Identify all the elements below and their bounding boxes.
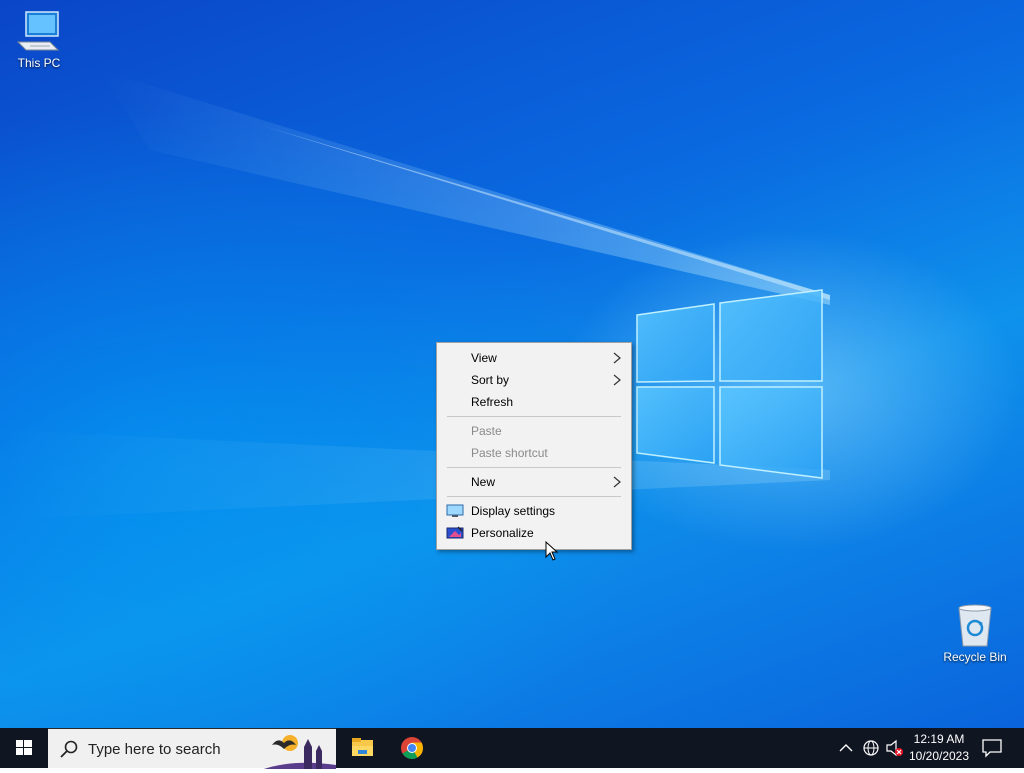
show-hidden-icons-chevron[interactable] — [838, 740, 854, 756]
clock-date: 10/20/2023 — [908, 749, 970, 763]
menu-item-display-settings[interactable]: Display settings — [437, 500, 631, 522]
submenu-arrow-icon — [613, 374, 621, 386]
desktop-icon-this-pc[interactable]: This PC — [1, 10, 77, 70]
menu-item-paste-shortcut: Paste shortcut — [437, 442, 631, 464]
desktop-icon-label: This PC — [17, 56, 61, 70]
menu-item-label: Paste shortcut — [471, 446, 548, 460]
submenu-arrow-icon — [613, 352, 621, 364]
taskbar: Type here to search 12:19 AM 10/20/2023 — [0, 728, 1024, 769]
recycle-bin-icon — [958, 604, 992, 647]
menu-separator — [447, 416, 621, 417]
menu-item-label: Personalize — [471, 526, 534, 540]
start-button[interactable] — [0, 728, 48, 768]
search-highlight-halloween-image — [264, 729, 336, 769]
menu-item-sort-by[interactable]: Sort by — [437, 369, 631, 391]
menu-item-personalize[interactable]: Personalize — [437, 522, 631, 544]
clock-time: 12:19 AM — [913, 732, 965, 746]
search-placeholder: Type here to search — [88, 741, 221, 758]
desktop-icon-recycle-bin[interactable]: Recycle Bin — [937, 602, 1013, 664]
action-center-icon[interactable] — [981, 738, 1003, 758]
network-icon[interactable] — [862, 739, 882, 757]
menu-item-label: Display settings — [471, 504, 556, 518]
menu-item-paste: Paste — [437, 420, 631, 442]
taskbar-search-box[interactable]: Type here to search — [48, 728, 336, 769]
taskbar-clock[interactable]: 12:19 AM 10/20/2023 — [904, 731, 974, 765]
desktop-icon-label: Recycle Bin — [943, 650, 1007, 664]
menu-separator — [447, 467, 621, 468]
menu-item-label: View — [471, 351, 497, 365]
menu-item-view[interactable]: View — [437, 347, 631, 369]
volume-muted-icon[interactable] — [885, 739, 905, 757]
file-explorer-icon — [352, 738, 373, 756]
menu-item-label: New — [471, 475, 496, 489]
menu-item-refresh[interactable]: Refresh — [437, 391, 631, 413]
menu-item-label: Paste — [471, 424, 502, 438]
display-settings-icon — [446, 504, 464, 517]
menu-item-new[interactable]: New — [437, 471, 631, 493]
taskbar-app-chrome[interactable] — [388, 728, 436, 768]
submenu-arrow-icon — [613, 476, 621, 488]
menu-separator — [447, 496, 621, 497]
mouse-cursor-icon — [545, 541, 559, 561]
desktop[interactable]: This PC Recycle Bin View Sort by Refresh… — [0, 0, 1024, 728]
menu-item-label: Sort by — [471, 373, 510, 387]
desktop-context-menu: View Sort by Refresh Paste Paste shortcu… — [436, 342, 632, 550]
search-icon — [60, 740, 78, 758]
personalize-icon — [446, 526, 464, 539]
windows-logo-icon — [16, 740, 32, 755]
chrome-icon — [401, 737, 423, 759]
menu-item-label: Refresh — [471, 395, 514, 409]
taskbar-app-file-explorer[interactable] — [338, 728, 386, 768]
computer-icon — [16, 11, 60, 51]
